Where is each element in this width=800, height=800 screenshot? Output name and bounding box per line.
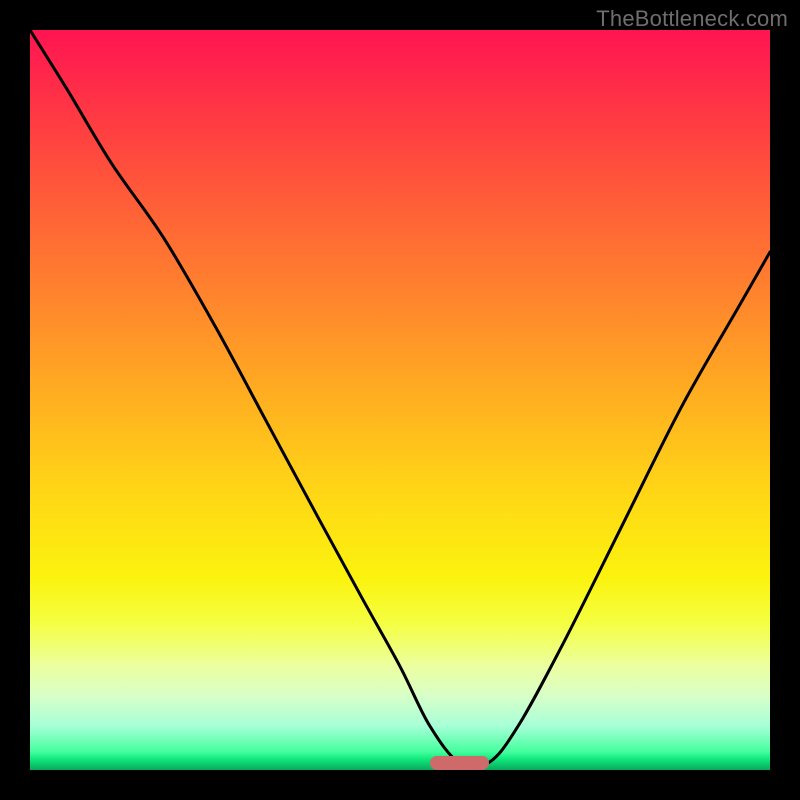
watermark-text: TheBottleneck.com — [596, 6, 788, 32]
plot-area — [30, 30, 770, 770]
bottleneck-curve — [30, 30, 770, 770]
optimal-range-marker — [430, 756, 489, 770]
chart-container: TheBottleneck.com — [0, 0, 800, 800]
